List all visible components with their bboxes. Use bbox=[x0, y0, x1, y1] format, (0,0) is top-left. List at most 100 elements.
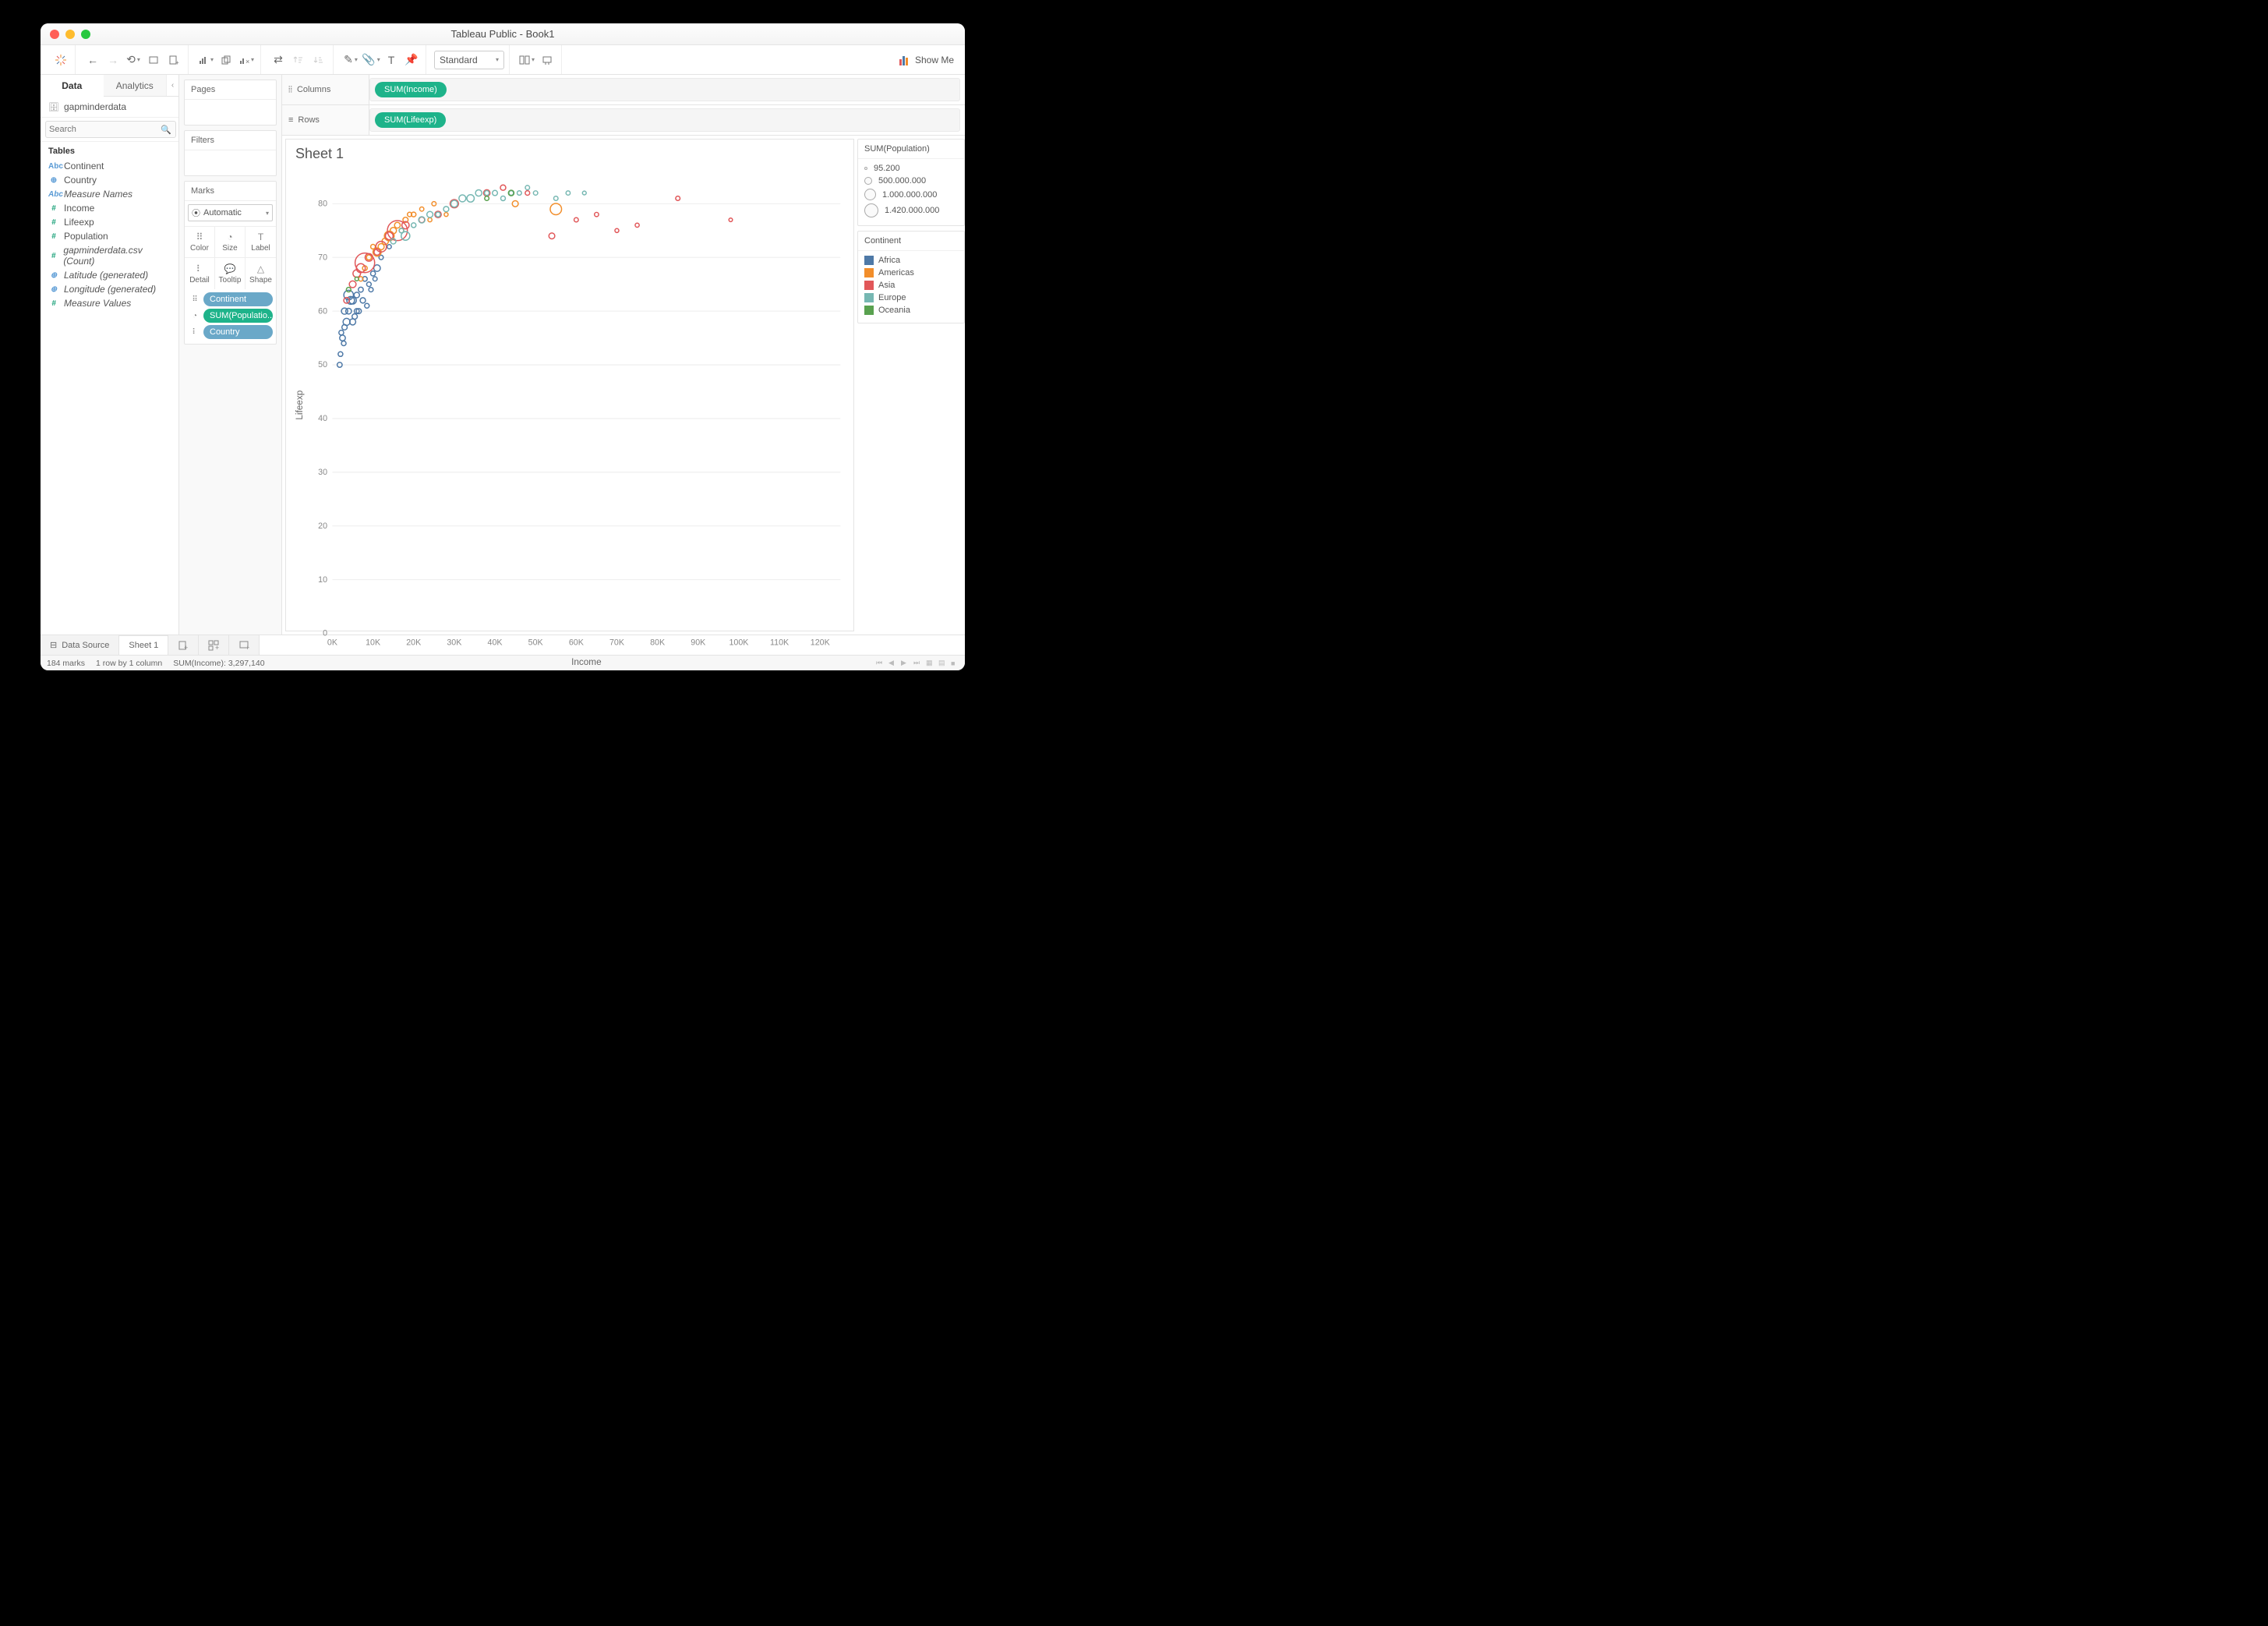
first-page-button[interactable]: ⏮ bbox=[876, 659, 884, 667]
marks-tooltip-button[interactable]: 💬Tooltip bbox=[215, 258, 246, 289]
save-button[interactable]: ⟲ bbox=[124, 51, 143, 69]
chart-mark[interactable] bbox=[412, 223, 416, 228]
new-dashboard-button[interactable]: + bbox=[199, 635, 229, 655]
minimize-window-button[interactable] bbox=[65, 30, 75, 39]
tab-data[interactable]: Data bbox=[41, 75, 104, 96]
field-gapminderdata-csv-count-[interactable]: #gapminderdata.csv (Count) bbox=[41, 243, 178, 268]
new-story-button[interactable]: + bbox=[229, 635, 260, 655]
new-worksheet-button[interactable]: + bbox=[168, 635, 199, 655]
marks-color-button[interactable]: ⠿Color bbox=[185, 227, 215, 258]
mark-type-select[interactable]: ⦿Automatic bbox=[188, 204, 273, 221]
color-legend-item-oceania[interactable]: Oceania bbox=[864, 304, 958, 316]
field-measure-names[interactable]: AbcMeasure Names bbox=[41, 187, 178, 201]
field-population[interactable]: #Population bbox=[41, 229, 178, 243]
swap-button[interactable] bbox=[196, 51, 215, 69]
undo-button[interactable]: ← bbox=[83, 51, 102, 69]
show-labels-button[interactable]: T bbox=[382, 51, 401, 69]
chart-mark[interactable] bbox=[340, 335, 345, 341]
datasource-row[interactable]: 🗄 gapminderdata bbox=[41, 97, 178, 118]
chart-mark[interactable] bbox=[550, 203, 562, 215]
chart-mark[interactable] bbox=[339, 331, 344, 335]
close-window-button[interactable] bbox=[50, 30, 59, 39]
chart-mark[interactable] bbox=[566, 191, 570, 195]
search-input[interactable]: 🔍 bbox=[45, 121, 176, 138]
mark-pill-continent[interactable]: Continent bbox=[203, 292, 273, 306]
mark-pill-country[interactable]: Country bbox=[203, 325, 273, 339]
chart-mark[interactable] bbox=[553, 196, 558, 201]
tableau-logo-icon[interactable] bbox=[51, 51, 70, 69]
field-longitude-generated-[interactable]: ⊕Longitude (generated) bbox=[41, 282, 178, 296]
next-page-button[interactable]: ▶ bbox=[901, 659, 909, 667]
sort-asc-button[interactable] bbox=[289, 51, 308, 69]
chart-mark[interactable] bbox=[676, 196, 680, 201]
pin-button[interactable]: 📌 bbox=[402, 51, 421, 69]
sheet-title[interactable]: Sheet 1 bbox=[286, 140, 853, 165]
columns-shelf[interactable]: ⦙⦙Columns SUM(Income) bbox=[282, 75, 965, 105]
chart-mark[interactable] bbox=[525, 191, 530, 196]
chart-mark[interactable] bbox=[341, 341, 346, 345]
chart-mark[interactable] bbox=[369, 288, 373, 292]
chart-mark[interactable] bbox=[370, 271, 375, 276]
color-legend-item-americas[interactable]: Americas bbox=[864, 267, 958, 279]
chart-mark[interactable] bbox=[525, 186, 530, 190]
chart-mark[interactable] bbox=[360, 298, 366, 303]
tab-analytics[interactable]: Analytics bbox=[104, 75, 167, 96]
rows-pill[interactable]: SUM(Lifeexp) bbox=[375, 112, 446, 128]
swap-rows-columns-button[interactable]: ⇄ bbox=[269, 51, 288, 69]
field-continent[interactable]: AbcContinent bbox=[41, 159, 178, 173]
chart-mark[interactable] bbox=[365, 303, 369, 308]
chart-mark[interactable] bbox=[436, 212, 440, 217]
clear-button[interactable]: × bbox=[237, 51, 256, 69]
chart-mark[interactable] bbox=[485, 191, 489, 196]
marks-detail-button[interactable]: ⠇Detail bbox=[185, 258, 215, 289]
viz-pane[interactable]: Sheet 1 010203040506070800K10K20K30K40K5… bbox=[285, 139, 854, 631]
show-cards-button[interactable] bbox=[518, 51, 536, 69]
chart-mark[interactable] bbox=[444, 213, 448, 217]
new-worksheet-toolbar-button[interactable]: + bbox=[164, 51, 183, 69]
color-legend[interactable]: Continent AfricaAmericasAsiaEuropeOceani… bbox=[857, 231, 965, 323]
chart-mark[interactable] bbox=[615, 228, 619, 232]
grid-view-button[interactable]: ▦ bbox=[926, 659, 934, 667]
group-button[interactable]: 📎 bbox=[362, 51, 380, 69]
single-view-button[interactable]: ■ bbox=[951, 659, 959, 667]
pages-card[interactable]: Pages bbox=[184, 80, 277, 125]
chart-mark[interactable] bbox=[500, 196, 505, 200]
show-me-button[interactable]: Show Me bbox=[895, 55, 959, 65]
chart-mark[interactable] bbox=[533, 191, 538, 196]
chart-mark[interactable] bbox=[359, 287, 363, 292]
marks-label-button[interactable]: TLabel bbox=[246, 227, 276, 258]
collapse-sidebar-button[interactable]: ‹ bbox=[166, 75, 178, 96]
chart-mark[interactable] bbox=[366, 282, 371, 287]
chart-mark[interactable] bbox=[517, 191, 521, 196]
chart-mark[interactable] bbox=[355, 277, 359, 281]
redo-button[interactable]: → bbox=[104, 51, 122, 69]
chart-mark[interactable] bbox=[459, 195, 466, 202]
new-datasource-button[interactable] bbox=[144, 51, 163, 69]
data-source-tab[interactable]: ⊟Data Source bbox=[41, 635, 119, 655]
chart-mark[interactable] bbox=[338, 352, 343, 356]
color-legend-item-europe[interactable]: Europe bbox=[864, 292, 958, 304]
prev-page-button[interactable]: ◀ bbox=[888, 659, 896, 667]
chart-mark[interactable] bbox=[443, 207, 449, 212]
chart-mark[interactable] bbox=[729, 218, 733, 222]
filters-card[interactable]: Filters bbox=[184, 130, 277, 176]
chart-mark[interactable] bbox=[485, 196, 489, 201]
chart-mark[interactable] bbox=[427, 211, 433, 217]
rows-shelf[interactable]: ≡Rows SUM(Lifeexp) bbox=[282, 105, 965, 136]
marks-size-button[interactable]: ◔Size bbox=[215, 227, 246, 258]
chart-mark[interactable] bbox=[387, 245, 391, 249]
chart-mark[interactable] bbox=[371, 244, 376, 249]
size-legend[interactable]: SUM(Population) 95.200500.000.0001.000.0… bbox=[857, 139, 965, 226]
columns-pill[interactable]: SUM(Income) bbox=[375, 82, 447, 97]
duplicate-button[interactable] bbox=[217, 51, 235, 69]
chart-mark[interactable] bbox=[582, 191, 586, 195]
list-view-button[interactable]: ▤ bbox=[938, 659, 946, 667]
chart-mark[interactable] bbox=[419, 217, 425, 223]
field-income[interactable]: #Income bbox=[41, 201, 178, 215]
color-legend-item-africa[interactable]: Africa bbox=[864, 254, 958, 267]
chart-mark[interactable] bbox=[428, 217, 432, 221]
presentation-mode-button[interactable] bbox=[538, 51, 556, 69]
sheet-tab[interactable]: Sheet 1 bbox=[119, 635, 168, 656]
chart-mark[interactable] bbox=[574, 217, 579, 222]
zoom-window-button[interactable] bbox=[81, 30, 90, 39]
